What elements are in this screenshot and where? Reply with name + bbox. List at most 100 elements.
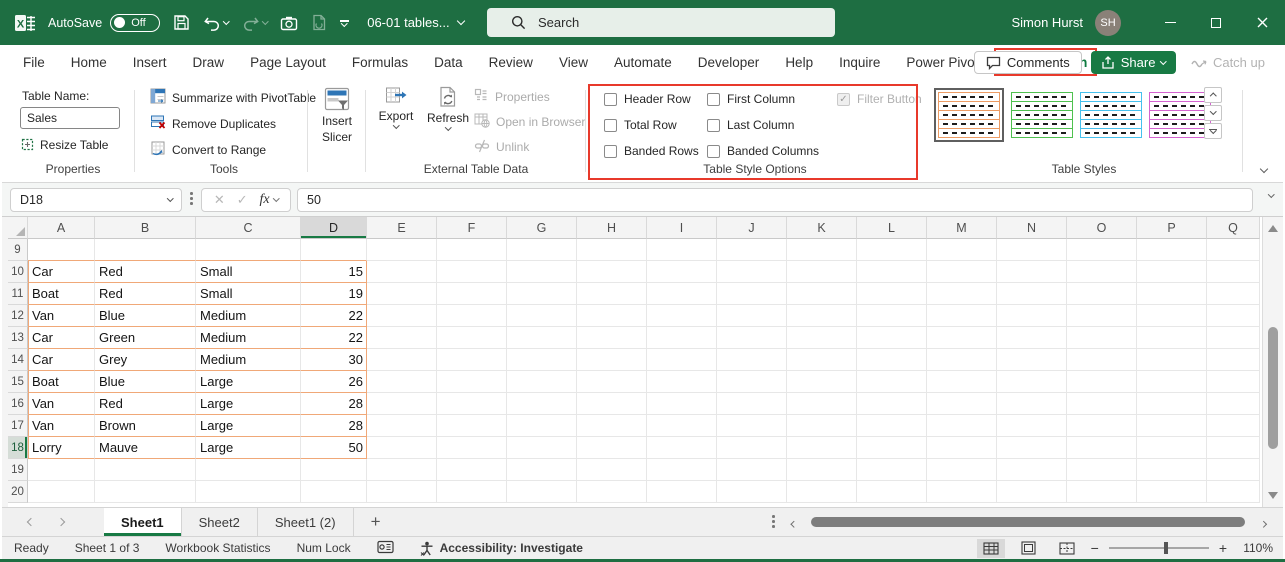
cell-e17[interactable]	[367, 415, 437, 437]
zoom-level[interactable]: 110%	[1237, 541, 1273, 555]
name-box[interactable]: D18	[10, 188, 182, 212]
cell-f19[interactable]	[437, 459, 507, 481]
table-style-swatch-4[interactable]	[1149, 92, 1211, 138]
cell-i13[interactable]	[647, 327, 717, 349]
status-ready[interactable]: Ready	[14, 541, 49, 555]
save-button[interactable]	[173, 14, 190, 31]
undo-button[interactable]	[203, 15, 229, 31]
macro-record-button[interactable]	[377, 540, 394, 557]
column-header-b[interactable]: B	[95, 217, 196, 239]
cell-l9[interactable]	[857, 239, 927, 261]
accessibility-status[interactable]: Accessibility: Investigate	[420, 541, 583, 556]
cell-c14[interactable]: Medium	[196, 349, 301, 371]
cell-j13[interactable]	[717, 327, 787, 349]
column-header-i[interactable]: I	[647, 217, 717, 239]
sheet-tab-sheet1-2[interactable]: Sheet1 (2)	[258, 508, 354, 536]
ribbon-tab-insert[interactable]: Insert	[120, 45, 180, 80]
scroll-up-arrow[interactable]	[1268, 225, 1278, 232]
row-header-20[interactable]: 20	[8, 481, 28, 503]
cell-o10[interactable]	[1067, 261, 1137, 283]
insert-slicer-button[interactable]: Insert Slicer	[311, 80, 363, 144]
ribbon-tab-inquire[interactable]: Inquire	[826, 45, 893, 80]
cell-n15[interactable]	[997, 371, 1067, 393]
cell-k11[interactable]	[787, 283, 857, 305]
cell-j12[interactable]	[717, 305, 787, 327]
cell-g17[interactable]	[507, 415, 577, 437]
cell-a16[interactable]: Van	[28, 393, 95, 415]
column-header-g[interactable]: G	[507, 217, 577, 239]
cell-l15[interactable]	[857, 371, 927, 393]
horizontal-scroll-thumb[interactable]	[811, 517, 1245, 527]
ribbon-tab-developer[interactable]: Developer	[685, 45, 773, 80]
cell-p11[interactable]	[1137, 283, 1207, 305]
cell-p20[interactable]	[1137, 481, 1207, 503]
cell-f14[interactable]	[437, 349, 507, 371]
avatar[interactable]: SH	[1095, 10, 1121, 36]
zoom-slider-thumb[interactable]	[1164, 542, 1168, 554]
cell-b12[interactable]: Blue	[95, 305, 196, 327]
row-header-17[interactable]: 17	[8, 415, 28, 437]
cell-i20[interactable]	[647, 481, 717, 503]
collapse-ribbon-icon[interactable]	[1260, 165, 1268, 173]
cell-o14[interactable]	[1067, 349, 1137, 371]
zoom-out-button[interactable]: −	[1091, 540, 1099, 556]
cell-q13[interactable]	[1207, 327, 1260, 349]
cell-e13[interactable]	[367, 327, 437, 349]
cell-b16[interactable]: Red	[95, 393, 196, 415]
cell-h19[interactable]	[577, 459, 647, 481]
cell-l18[interactable]	[857, 437, 927, 459]
cell-i19[interactable]	[647, 459, 717, 481]
cell-a11[interactable]: Boat	[28, 283, 95, 305]
cell-p19[interactable]	[1137, 459, 1207, 481]
cell-n13[interactable]	[997, 327, 1067, 349]
cell-g15[interactable]	[507, 371, 577, 393]
row-header-18[interactable]: 18	[8, 437, 28, 459]
cell-n14[interactable]	[997, 349, 1067, 371]
cell-d15[interactable]: 26	[301, 371, 367, 393]
cell-h9[interactable]	[577, 239, 647, 261]
redo-button[interactable]	[242, 15, 268, 31]
cell-k16[interactable]	[787, 393, 857, 415]
column-header-e[interactable]: E	[367, 217, 437, 239]
cell-p10[interactable]	[1137, 261, 1207, 283]
table-style-swatch-3[interactable]	[1080, 92, 1142, 138]
formula-bar-handle[interactable]	[190, 192, 193, 205]
cell-n10[interactable]	[997, 261, 1067, 283]
zoom-in-button[interactable]: +	[1219, 540, 1227, 556]
cell-f12[interactable]	[437, 305, 507, 327]
checkbox-last-column[interactable]: Last Column	[707, 118, 837, 132]
cell-q15[interactable]	[1207, 371, 1260, 393]
cell-f16[interactable]	[437, 393, 507, 415]
column-header-l[interactable]: L	[857, 217, 927, 239]
cell-e20[interactable]	[367, 481, 437, 503]
cell-l12[interactable]	[857, 305, 927, 327]
cell-h12[interactable]	[577, 305, 647, 327]
ribbon-tab-file[interactable]: File	[10, 45, 58, 80]
cell-i15[interactable]	[647, 371, 717, 393]
cell-d9[interactable]	[301, 239, 367, 261]
cell-p15[interactable]	[1137, 371, 1207, 393]
cell-o12[interactable]	[1067, 305, 1137, 327]
cell-b20[interactable]	[95, 481, 196, 503]
cell-k9[interactable]	[787, 239, 857, 261]
cell-b14[interactable]: Grey	[95, 349, 196, 371]
column-header-f[interactable]: F	[437, 217, 507, 239]
column-header-q[interactable]: Q	[1207, 217, 1260, 239]
cell-m19[interactable]	[927, 459, 997, 481]
cell-l16[interactable]	[857, 393, 927, 415]
undo-dropdown-icon[interactable]	[223, 18, 229, 24]
cell-l17[interactable]	[857, 415, 927, 437]
cell-p13[interactable]	[1137, 327, 1207, 349]
cell-a9[interactable]	[28, 239, 95, 261]
cell-g10[interactable]	[507, 261, 577, 283]
cell-j15[interactable]	[717, 371, 787, 393]
checkbox-banded-rows[interactable]: Banded Rows	[604, 144, 707, 158]
column-header-p[interactable]: P	[1137, 217, 1207, 239]
cell-o9[interactable]	[1067, 239, 1137, 261]
cell-b11[interactable]: Red	[95, 283, 196, 305]
column-header-a[interactable]: A	[28, 217, 95, 239]
cell-d17[interactable]: 28	[301, 415, 367, 437]
cell-n18[interactable]	[997, 437, 1067, 459]
cell-p18[interactable]	[1137, 437, 1207, 459]
sheet-cells[interactable]: ABCDEFGHIJKLMNOPQ910CarRedSmall1511BoatR…	[8, 217, 1260, 503]
